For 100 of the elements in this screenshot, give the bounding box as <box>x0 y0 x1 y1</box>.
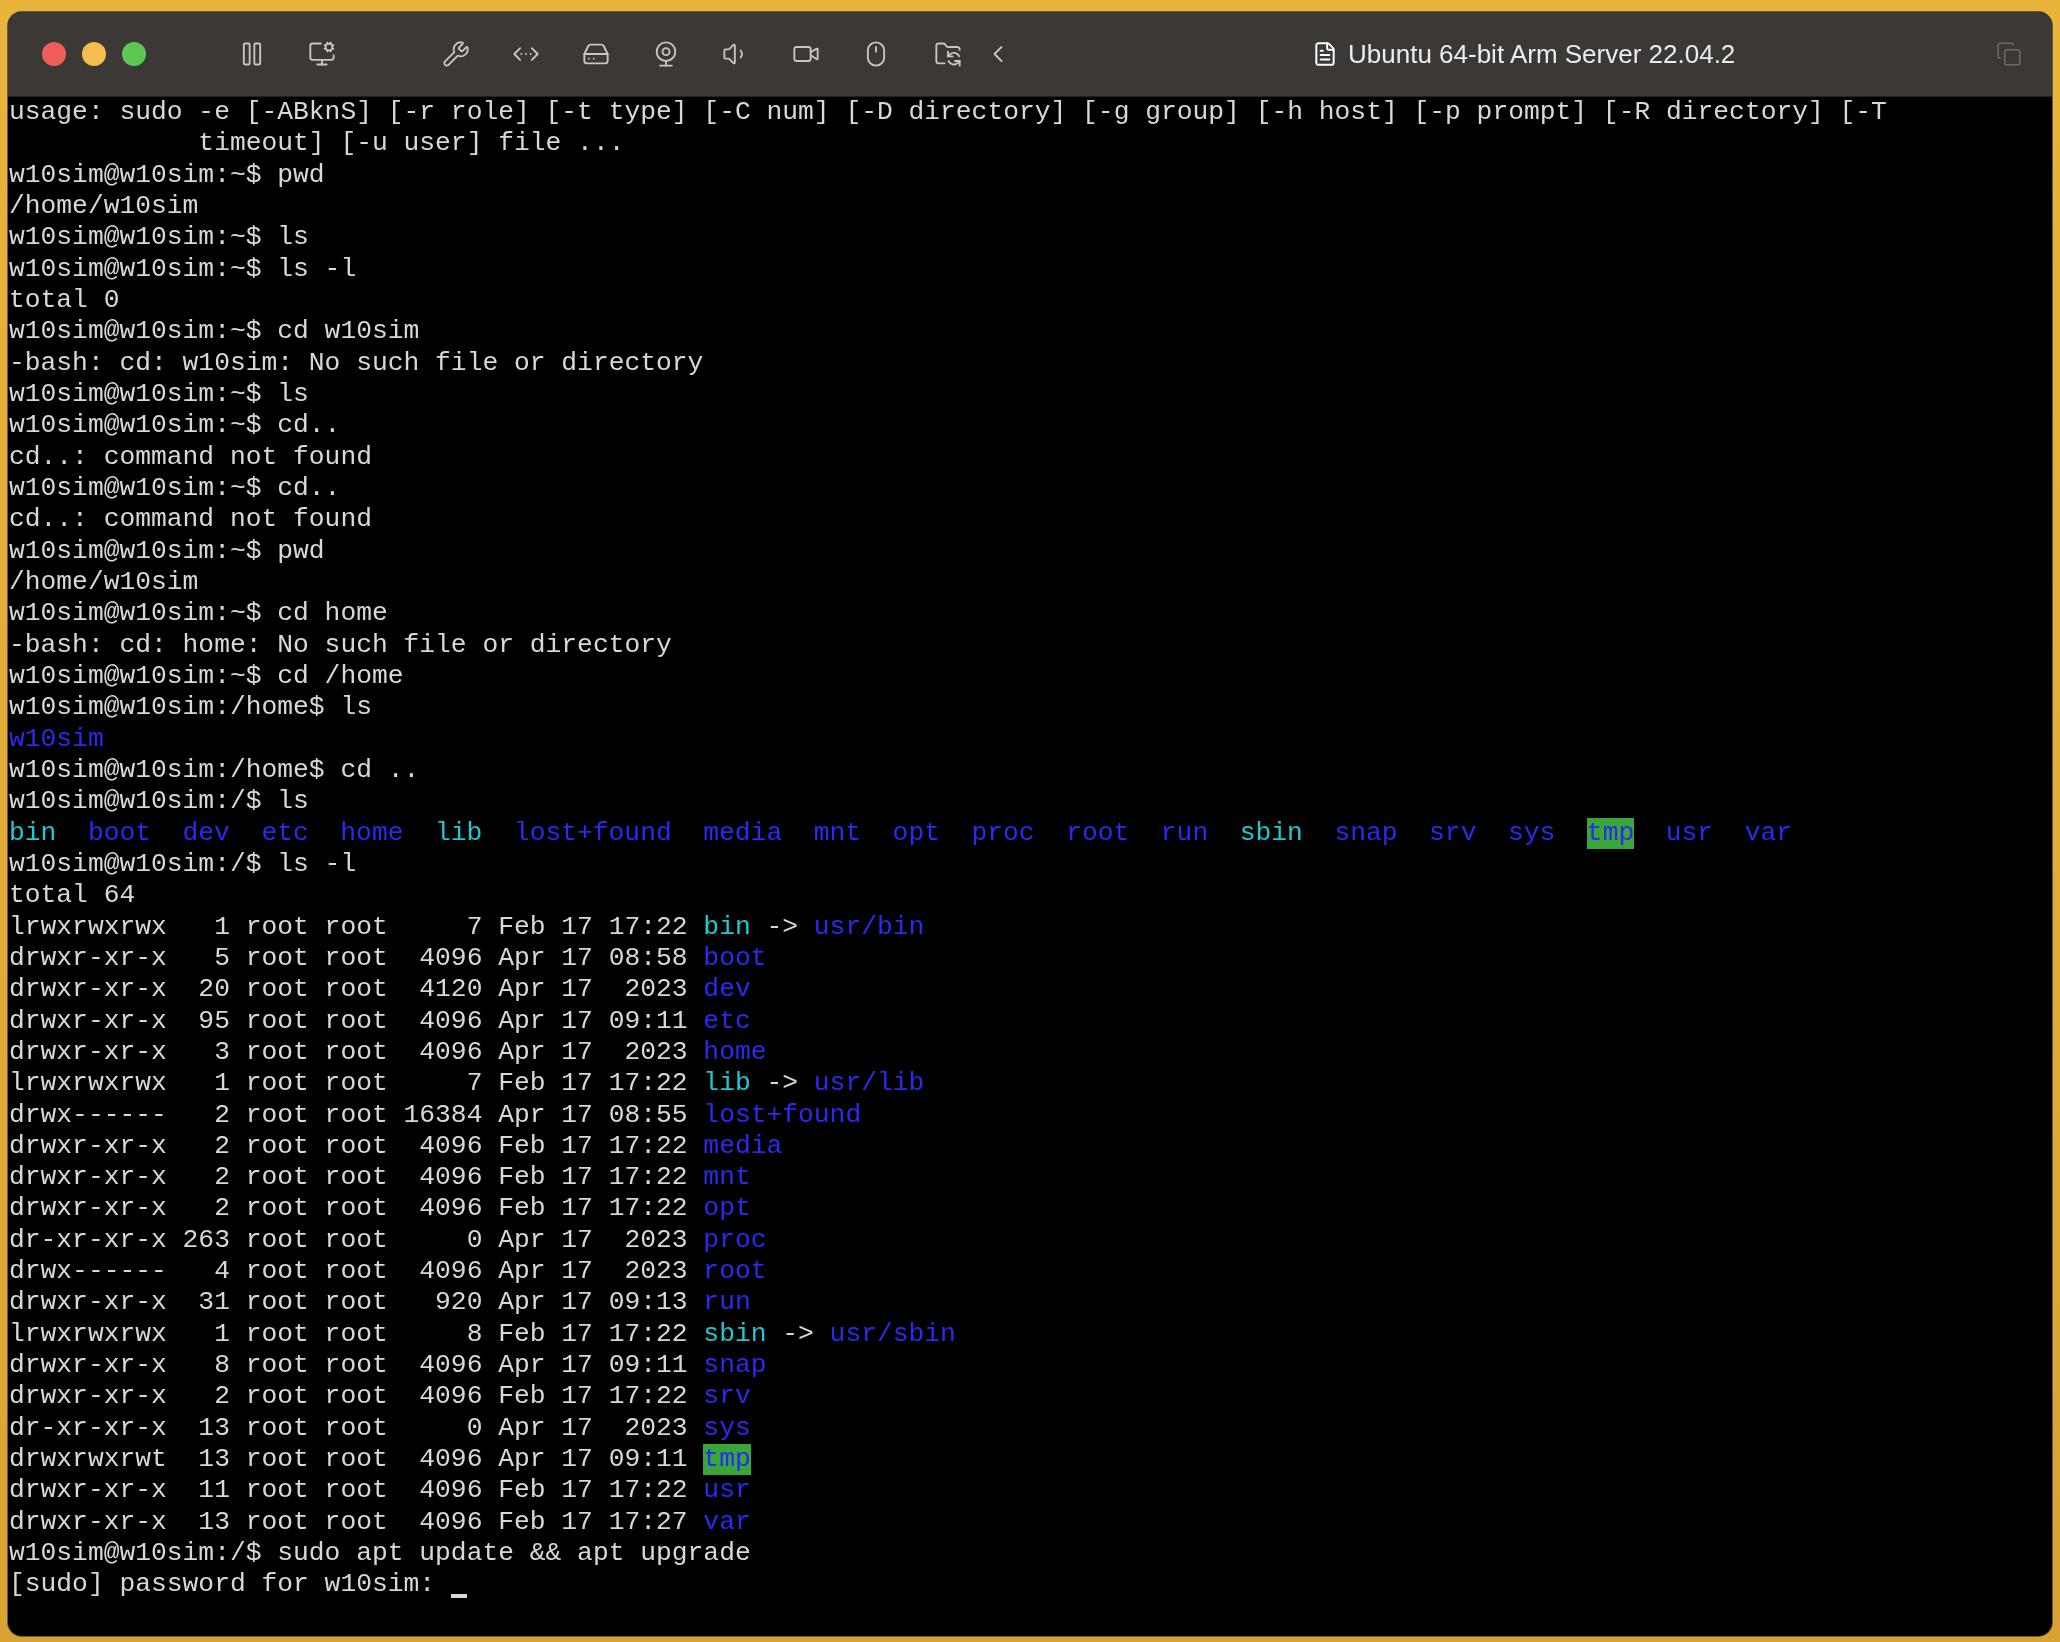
terminal-text: timeout] [-u user] file ... <box>197 128 625 160</box>
terminal-text: drwxr-xr-x 2 root root 4096 Feb 17 17:22 <box>9 1162 689 1194</box>
terminal-text: w10sim@w10sim:~$ cd.. <box>9 472 341 505</box>
terminal-text: w10sim@w10sim:~$ cd w10sim <box>9 316 420 348</box>
directory-name: run <box>703 1287 751 1319</box>
link-name: lib <box>435 817 483 849</box>
terminal-text: w10sim@w10sim:/$ sudo apt update && apt upgrade <box>9 1538 751 1570</box>
terminal-text: w10sim@w10sim:~$ cd.. <box>9 410 341 442</box>
terminal-text: drwxr-xr-x 5 root root 4096 Apr 17 08:58 <box>9 942 689 975</box>
terminal-text: -> <box>765 1068 800 1100</box>
terminal-text: w10sim@w10sim:~$ cd home <box>9 598 388 630</box>
directory-name: srv <box>703 1381 751 1413</box>
directory-name: proc <box>971 817 1035 849</box>
directory-name: srv <box>1429 817 1477 849</box>
directory-name: usr <box>1665 817 1714 849</box>
terminal-text: drwxr-xr-x 2 root root 4096 Feb 17 17:22 <box>9 1381 689 1413</box>
directory-name: root <box>703 1256 767 1288</box>
terminal-text: drwxr-xr-x 11 root root 4096 Feb 17 17:22 <box>9 1475 689 1507</box>
terminal-text: w10sim@w10sim:/$ ls <box>9 786 309 818</box>
directory-name: home <box>340 817 404 849</box>
directory-name: mnt <box>703 1162 751 1194</box>
directory-name: home <box>703 1036 767 1069</box>
terminal-text: drwxr-xr-x 13 root root 4096 Feb 17 17:27 <box>9 1506 689 1539</box>
directory-name: proc <box>703 1224 767 1257</box>
terminal-text: lrwxrwxrwx 1 root root 7 Feb 17 17:22 <box>9 911 689 943</box>
terminal-text: w10sim@w10sim:~$ pwd <box>9 535 325 567</box>
terminal-text: drwxr-xr-x 2 root root 4096 Feb 17 17:22 <box>9 1130 689 1163</box>
directory-name: usr/lib <box>813 1068 925 1100</box>
directory-name: w10sim <box>9 723 104 755</box>
terminal-text: dr-xr-xr-x 263 root root 0 Apr 17 2023 <box>9 1224 689 1257</box>
terminal-text: usage: sudo -e [-ABknS] [-r role] [-t type] [-C num] [-D directory] [-g group] [-h host] [-p prompt] [-R directory] [-T <box>9 97 1887 129</box>
window-title: Ubuntu 64-bit Arm Server 22.04.2 <box>1348 38 1736 70</box>
link-name: sbin <box>1239 817 1303 849</box>
terminal-text: w10sim@w10sim:/$ ls -l <box>9 848 357 881</box>
terminal-text: drwxrwxrwt 13 root root 4096 Apr 17 09:11 <box>9 1444 689 1476</box>
directory-name: tmp <box>703 1444 751 1476</box>
terminal-text: drwxr-xr-x 3 root root 4096 Apr 17 2023 <box>9 1036 689 1069</box>
terminal-text: -> <box>781 1318 815 1351</box>
directory-name: run <box>1160 817 1209 849</box>
terminal-text: cd..: command not found <box>9 504 372 536</box>
link-name: bin <box>9 817 57 849</box>
directory-name: sys <box>1507 817 1556 849</box>
terminal-text: [sudo] password for w10sim: <box>9 1569 437 1601</box>
directory-name: var <box>1744 817 1792 849</box>
terminal-text: /home/w10sim <box>9 191 199 223</box>
link-name: sbin <box>703 1318 767 1351</box>
terminal-text: total 64 <box>9 880 136 912</box>
directory-name: var <box>703 1506 751 1539</box>
directory-name: usr <box>703 1475 751 1507</box>
zoom-button[interactable] <box>122 42 146 66</box>
document-icon <box>1312 41 1338 67</box>
directory-name: dev <box>182 817 230 849</box>
directory-name: opt <box>892 817 940 849</box>
directory-name: lost+found <box>703 1099 862 1131</box>
link-name: bin <box>703 911 751 943</box>
terminal-text: w10sim@w10sim:~$ ls <box>9 222 309 254</box>
terminal-text: /home/w10sim <box>9 566 199 599</box>
terminal-text: lrwxrwxrwx 1 root root 8 Feb 17 17:22 <box>9 1318 689 1351</box>
close-button[interactable] <box>42 42 66 66</box>
terminal-text: total 0 <box>9 284 120 317</box>
terminal-text: w10sim@w10sim:/home$ ls <box>9 692 372 724</box>
directory-name: boot <box>87 817 151 849</box>
terminal-text: -> <box>765 911 800 943</box>
terminal-text: lrwxrwxrwx 1 root root 7 Feb 17 17:22 <box>9 1068 689 1100</box>
terminal-text: drwxr-xr-x 95 root root 4096 Apr 17 09:11 <box>9 1005 689 1037</box>
terminal-text: drwx------ 2 root root 16384 Apr 17 08:55 <box>9 1099 689 1131</box>
terminal-text: w10sim@w10sim:~$ ls <box>9 378 309 411</box>
directory-name: usr/bin <box>813 911 925 943</box>
directory-name: lost+found <box>513 817 672 849</box>
terminal-text: drwxr-xr-x 8 root root 4096 Apr 17 09:11 <box>9 1350 689 1382</box>
terminal-text: -bash: cd: home: No such file or directory <box>9 629 672 661</box>
terminal-text: w10sim@w10sim:~$ ls -l <box>9 253 357 285</box>
directory-name: etc <box>703 1005 751 1037</box>
directory-name: snap <box>703 1350 767 1382</box>
link-name: lib <box>703 1068 751 1100</box>
terminal-text: -bash: cd: w10sim: No such file or directory <box>9 347 704 379</box>
directory-name: mnt <box>813 817 862 849</box>
terminal-text: drwx------ 4 root root 4096 Apr 17 2023 <box>9 1256 689 1288</box>
directory-name: opt <box>703 1193 751 1225</box>
terminal-text: w10sim@w10sim:~$ cd /home <box>9 660 404 693</box>
terminal-text: dr-xr-xr-x 13 root root 0 Apr 17 2023 <box>9 1412 689 1445</box>
terminal-text: drwxr-xr-x 31 root root 920 Apr 17 09:13 <box>9 1287 689 1319</box>
directory-name: sys <box>703 1412 751 1445</box>
directory-name: media <box>703 817 783 849</box>
minimize-button[interactable] <box>82 42 106 66</box>
directory-name: media <box>703 1130 783 1163</box>
directory-name: root <box>1066 817 1130 849</box>
terminal-text: drwxr-xr-x 20 root root 4120 Apr 17 2023 <box>9 974 689 1006</box>
terminal-text: w10sim@w10sim:/home$ cd .. <box>9 754 420 787</box>
directory-name: snap <box>1334 817 1398 849</box>
directory-name: dev <box>703 974 751 1006</box>
terminal-text: cd..: command not found <box>9 441 372 473</box>
screen-icon[interactable] <box>308 40 336 68</box>
directory-name: usr/sbin <box>829 1318 956 1351</box>
folder-icon[interactable] <box>934 40 962 68</box>
directory-name: tmp <box>1586 817 1635 849</box>
directory-name: boot <box>703 942 767 975</box>
terminal-text: w10sim@w10sim:~$ pwd <box>9 159 325 191</box>
terminal-text: drwxr-xr-x 2 root root 4096 Feb 17 17:22 <box>9 1193 689 1225</box>
wrench-icon[interactable] <box>442 40 470 68</box>
